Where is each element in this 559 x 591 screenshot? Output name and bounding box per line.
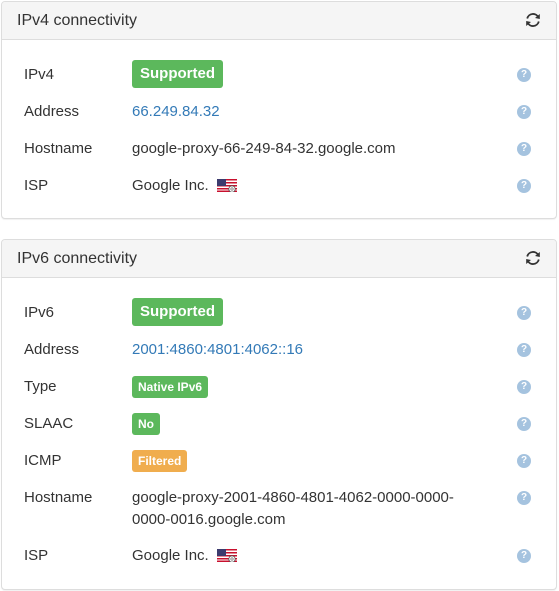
row-label: ISP [24,547,49,564]
help-icon[interactable]: ? [517,179,531,193]
row-label: ICMP [24,452,62,469]
ipv4-panel-title: IPv4 connectivity [17,12,138,29]
help-icon[interactable]: ? [517,306,531,320]
row-label: Address [24,103,80,120]
ipv4-panel: IPv4 connectivity IPv4 Supported ? Addre… [1,1,557,219]
supported-badge: Supported [132,60,223,88]
row-label: Hostname [24,140,93,157]
isp-name: Google Inc. [132,547,209,564]
refresh-icon[interactable] [524,249,542,267]
icmp-badge: Filtered [132,450,188,472]
hostname-value: google-proxy-2001-4860-4801-4062-0000-00… [132,489,454,528]
supported-badge: Supported [132,298,223,326]
row-label: Type [24,378,57,395]
isp-value: Google Inc. [132,546,237,566]
address-link[interactable]: 66.249.84.32 [132,102,220,122]
address-link[interactable]: 2001:4860:4801:4062::16 [132,340,303,360]
row-label: IPv4 [24,66,55,83]
row-label: ISP [24,177,49,194]
help-icon[interactable]: ? [517,142,531,156]
isp-name: Google Inc. [132,177,209,194]
row-label: Hostname [24,489,93,506]
refresh-icon[interactable] [524,11,542,29]
ipv6-panel-heading: IPv6 connectivity [2,240,556,278]
us-flag-icon [216,549,237,562]
row-label: IPv6 [24,304,55,321]
row-label: SLAAC [24,415,74,432]
type-badge: Native IPv6 [132,376,209,398]
help-icon[interactable]: ? [517,417,531,431]
us-flag-icon [216,179,237,192]
row-label: Address [24,341,80,358]
ipv6-panel-title: IPv6 connectivity [17,250,138,267]
help-icon[interactable]: ? [517,491,531,505]
hostname-value: google-proxy-66-249-84-32.google.com [132,140,396,157]
isp-value: Google Inc. [132,176,237,196]
slaac-badge: No [132,413,160,435]
help-icon[interactable]: ? [517,380,531,394]
ipv4-panel-heading: IPv4 connectivity [2,2,556,40]
ipv6-panel: IPv6 connectivity IPv6 Supported ? Addre… [1,239,557,590]
help-icon[interactable]: ? [517,454,531,468]
help-icon[interactable]: ? [517,343,531,357]
help-icon[interactable]: ? [517,68,531,82]
help-icon[interactable]: ? [517,549,531,563]
help-icon[interactable]: ? [517,105,531,119]
